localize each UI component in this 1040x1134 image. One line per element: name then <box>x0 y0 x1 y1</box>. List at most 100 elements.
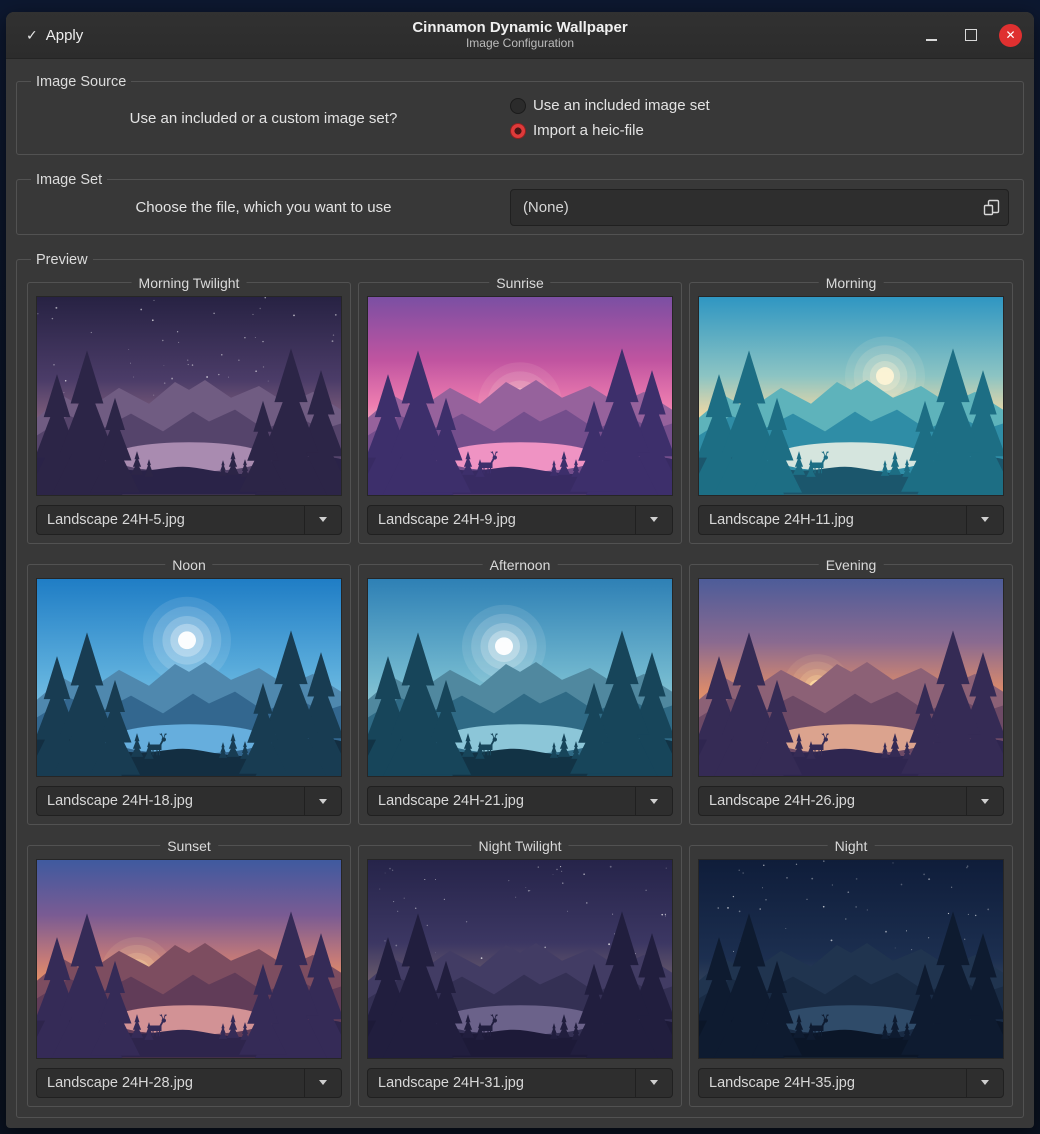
close-button[interactable]: ✕ <box>999 24 1022 47</box>
preview-cell-afternoon: Afternoon Landscape 24H-21.jpg <box>358 564 682 826</box>
dropdown-arrow-button[interactable] <box>304 1069 341 1097</box>
image-file-select-afternoon[interactable]: Landscape 24H-21.jpg <box>367 786 673 816</box>
wallpaper-art <box>699 297 1003 495</box>
minimize-button[interactable] <box>919 23 943 47</box>
preview-cell-title: Evening <box>819 555 884 575</box>
window-title: Cinnamon Dynamic Wallpaper <box>412 19 627 36</box>
image-set-frame: Choose the file, which you want to use (… <box>16 179 1024 235</box>
image-set-legend: Image Set <box>31 170 107 190</box>
preview-cell-title: Morning <box>819 273 884 293</box>
preview-cell-sunset: Sunset Landscape 24H-28.jpg <box>27 845 351 1107</box>
wallpaper-thumbnail <box>367 578 673 778</box>
file-icon <box>974 199 1008 216</box>
window-content: Image Source Use an included or a custom… <box>6 59 1034 1128</box>
apply-button-label: Apply <box>46 27 84 44</box>
radio-label-use-included-image-set: Use an included image set <box>533 97 710 114</box>
chevron-down-icon <box>981 1080 989 1085</box>
wallpaper-art <box>37 579 341 777</box>
chevron-down-icon <box>319 799 327 804</box>
chevron-down-icon <box>650 799 658 804</box>
dropdown-arrow-button[interactable] <box>635 787 672 815</box>
dropdown-arrow-button[interactable] <box>635 1069 672 1097</box>
close-icon: ✕ <box>1005 29 1015 41</box>
preview-grid: Morning Twilight Landscape 24H-5.jpg Sun… <box>27 274 1013 1107</box>
wallpaper-art <box>368 579 672 777</box>
image-source-question: Use an included or a custom image set? <box>17 110 510 127</box>
preview-legend: Preview <box>31 250 93 270</box>
radio-icon <box>510 123 526 139</box>
window-controls: ✕ <box>919 23 1034 47</box>
app-window: ✓ Apply Cinnamon Dynamic Wallpaper Image… <box>6 12 1034 1128</box>
wallpaper-thumbnail <box>36 859 342 1059</box>
preview-frame: Preview Morning Twilight Landscape 24H-5… <box>16 259 1024 1118</box>
radio-use-included-image-set[interactable]: Use an included image set <box>510 97 710 114</box>
preview-cell-title: Sunset <box>160 836 218 856</box>
preview-cell-title: Sunrise <box>489 273 550 293</box>
wallpaper-thumbnail <box>698 578 1004 778</box>
image-source-frame: Image Source Use an included or a custom… <box>16 81 1024 155</box>
wallpaper-art <box>37 297 341 495</box>
preview-cell-evening: Evening Landscape 24H-26.jpg <box>689 564 1013 826</box>
wallpaper-thumbnail <box>367 296 673 496</box>
preview-cell-night-twilight: Night Twilight Landscape 24H-31.jpg <box>358 845 682 1107</box>
chevron-down-icon <box>981 517 989 522</box>
preview-cell-title: Afternoon <box>483 555 558 575</box>
maximize-icon <box>965 29 977 41</box>
preview-cell-noon: Noon Landscape 24H-18.jpg <box>27 564 351 826</box>
preview-cell-morning: Morning Landscape 24H-11.jpg <box>689 282 1013 544</box>
preview-cell-title: Noon <box>165 555 212 575</box>
file-chooser-button[interactable]: (None) <box>510 189 1009 226</box>
image-file-select-sunset[interactable]: Landscape 24H-28.jpg <box>36 1068 342 1098</box>
wallpaper-thumbnail <box>367 859 673 1059</box>
image-file-select-night-twilight[interactable]: Landscape 24H-31.jpg <box>367 1068 673 1098</box>
image-select-value: Landscape 24H-18.jpg <box>37 787 304 815</box>
chevron-down-icon <box>650 1080 658 1085</box>
wallpaper-art <box>368 860 672 1058</box>
dropdown-arrow-button[interactable] <box>966 787 1003 815</box>
chevron-down-icon <box>319 1080 327 1085</box>
image-select-value: Landscape 24H-31.jpg <box>368 1069 635 1097</box>
wallpaper-art <box>368 297 672 495</box>
dropdown-arrow-button[interactable] <box>304 506 341 534</box>
image-select-value: Landscape 24H-28.jpg <box>37 1069 304 1097</box>
image-source-radio-group: Use an included image set Import a heic-… <box>510 97 710 139</box>
preview-cell-title: Night Twilight <box>471 836 568 856</box>
image-file-select-night[interactable]: Landscape 24H-35.jpg <box>698 1068 1004 1098</box>
image-file-select-morning-twilight[interactable]: Landscape 24H-5.jpg <box>36 505 342 535</box>
radio-import-heic-file[interactable]: Import a heic-file <box>510 122 710 139</box>
radio-label-import-heic-file: Import a heic-file <box>533 122 644 139</box>
wallpaper-thumbnail <box>698 296 1004 496</box>
image-file-select-evening[interactable]: Landscape 24H-26.jpg <box>698 786 1004 816</box>
chevron-down-icon <box>650 517 658 522</box>
image-select-value: Landscape 24H-11.jpg <box>699 506 966 534</box>
window-subtitle: Image Configuration <box>412 37 627 51</box>
dropdown-arrow-button[interactable] <box>304 787 341 815</box>
wallpaper-thumbnail <box>36 578 342 778</box>
preview-cell-night: Night Landscape 24H-35.jpg <box>689 845 1013 1107</box>
wallpaper-thumbnail <box>36 296 342 496</box>
preview-cell-morning-twilight: Morning Twilight Landscape 24H-5.jpg <box>27 282 351 544</box>
wallpaper-thumbnail <box>698 859 1004 1059</box>
image-select-value: Landscape 24H-35.jpg <box>699 1069 966 1097</box>
check-icon: ✓ <box>26 27 38 44</box>
file-chooser-value: (None) <box>511 199 974 216</box>
image-file-select-noon[interactable]: Landscape 24H-18.jpg <box>36 786 342 816</box>
image-file-select-morning[interactable]: Landscape 24H-11.jpg <box>698 505 1004 535</box>
dropdown-arrow-button[interactable] <box>966 1069 1003 1097</box>
maximize-button[interactable] <box>959 23 983 47</box>
image-select-value: Landscape 24H-21.jpg <box>368 787 635 815</box>
image-select-value: Landscape 24H-26.jpg <box>699 787 966 815</box>
image-file-select-sunrise[interactable]: Landscape 24H-9.jpg <box>367 505 673 535</box>
preview-cell-sunrise: Sunrise Landscape 24H-9.jpg <box>358 282 682 544</box>
dropdown-arrow-button[interactable] <box>635 506 672 534</box>
image-set-label: Choose the file, which you want to use <box>17 199 510 216</box>
chevron-down-icon <box>319 517 327 522</box>
apply-button[interactable]: ✓ Apply <box>10 18 99 52</box>
preview-cell-title: Night <box>828 836 875 856</box>
image-select-value: Landscape 24H-5.jpg <box>37 506 304 534</box>
titlebar[interactable]: ✓ Apply Cinnamon Dynamic Wallpaper Image… <box>6 12 1034 59</box>
dropdown-arrow-button[interactable] <box>966 506 1003 534</box>
chevron-down-icon <box>981 799 989 804</box>
image-select-value: Landscape 24H-9.jpg <box>368 506 635 534</box>
minimize-icon <box>926 39 937 41</box>
